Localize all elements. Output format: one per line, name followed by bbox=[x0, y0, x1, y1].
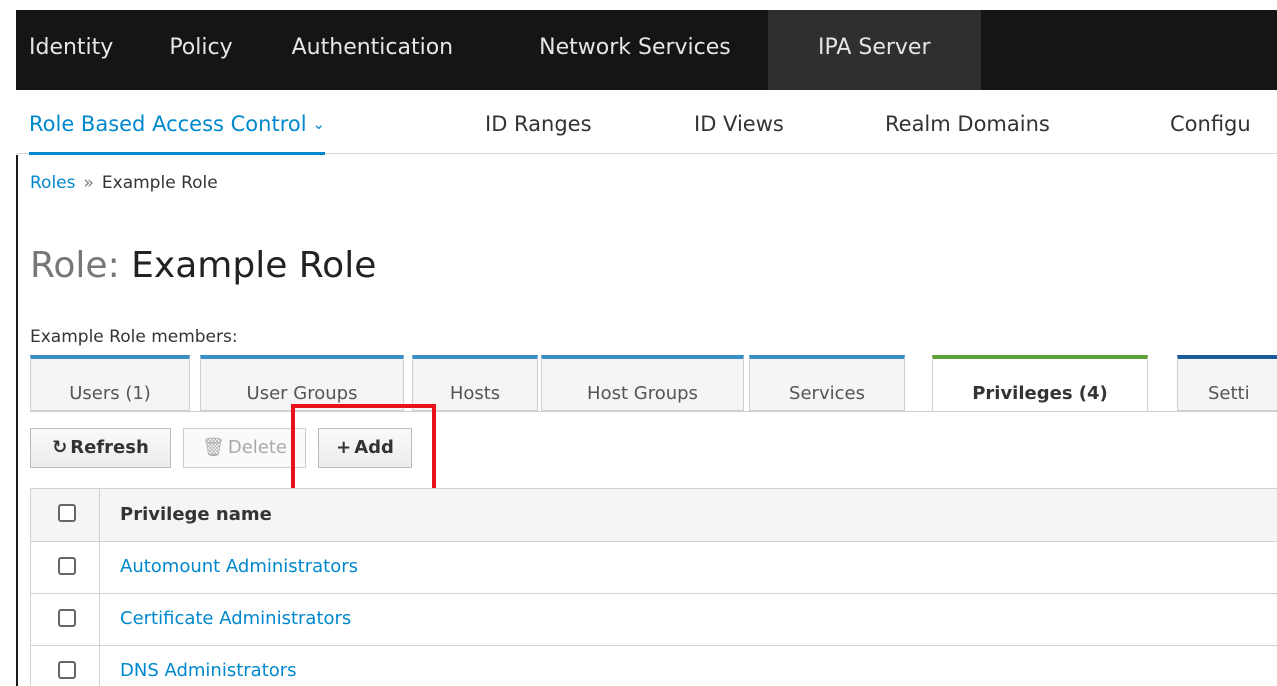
tab-user-groups[interactable]: User Groups bbox=[200, 355, 404, 411]
row-checkbox[interactable] bbox=[58, 661, 76, 679]
subnav-id-ranges[interactable]: ID Ranges bbox=[485, 90, 592, 154]
column-header-privilege-name[interactable]: Privilege name bbox=[120, 489, 272, 541]
top-navigation: Identity Policy Authentication Network S… bbox=[16, 10, 1277, 90]
members-label: Example Role members: bbox=[30, 327, 238, 347]
topnav-network-services[interactable]: Network Services bbox=[472, 10, 750, 90]
subnav-rbac-label: Role Based Access Control bbox=[29, 112, 307, 136]
tab-settings[interactable]: Setti bbox=[1177, 355, 1277, 411]
subnav-realm-domains[interactable]: Realm Domains bbox=[885, 90, 1050, 154]
topnav-policy[interactable]: Policy bbox=[128, 10, 251, 90]
header-checkbox-cell bbox=[30, 489, 100, 541]
refresh-icon: ↻ bbox=[52, 437, 68, 458]
row-checkbox[interactable] bbox=[58, 557, 76, 575]
delete-label: Delete bbox=[227, 437, 287, 458]
breadcrumb-separator: » bbox=[83, 173, 94, 193]
privileges-table: Privilege name Automount Administrators … bbox=[30, 488, 1277, 686]
secondary-navigation: Role Based Access Control ⌄ ID Ranges ID … bbox=[16, 90, 1277, 155]
breadcrumb: Roles » Example Role bbox=[30, 173, 218, 193]
select-all-checkbox[interactable] bbox=[58, 504, 76, 522]
topnav-identity[interactable]: Identity bbox=[16, 10, 128, 90]
refresh-button[interactable]: ↻ Refresh bbox=[30, 428, 171, 468]
table-row: Automount Administrators bbox=[30, 542, 1277, 594]
page-title-prefix: Role: bbox=[30, 245, 120, 286]
add-button[interactable]: + Add bbox=[318, 428, 412, 468]
tab-users[interactable]: Users (1) bbox=[30, 355, 190, 411]
tab-underline bbox=[30, 411, 1277, 412]
subnav-configuration[interactable]: Configu bbox=[1170, 90, 1251, 154]
row-checkbox-cell bbox=[30, 646, 100, 686]
breadcrumb-roles-link[interactable]: Roles bbox=[30, 173, 76, 193]
tab-host-groups[interactable]: Host Groups bbox=[541, 355, 744, 411]
refresh-label: Refresh bbox=[70, 437, 149, 458]
page: Identity Policy Authentication Network S… bbox=[0, 0, 1277, 686]
privilege-link[interactable]: DNS Administrators bbox=[120, 646, 297, 686]
main-content: Roles » Example Role Role: Example Role Ex… bbox=[16, 155, 1277, 686]
topnav-authentication[interactable]: Authentication bbox=[252, 10, 473, 90]
table-row: Certificate Administrators bbox=[30, 594, 1277, 646]
table-header-row: Privilege name bbox=[30, 489, 1277, 542]
row-checkbox-cell bbox=[30, 594, 100, 645]
breadcrumb-current: Example Role bbox=[101, 173, 218, 193]
topnav-ipa-server[interactable]: IPA Server bbox=[767, 10, 981, 90]
subnav-id-views[interactable]: ID Views bbox=[694, 90, 784, 154]
plus-icon: + bbox=[336, 437, 352, 458]
page-title-name: Example Role bbox=[131, 245, 377, 286]
tab-privileges[interactable]: Privileges (4) bbox=[932, 355, 1148, 412]
tab-hosts[interactable]: Hosts bbox=[412, 355, 538, 411]
row-checkbox[interactable] bbox=[58, 609, 76, 627]
privilege-link[interactable]: Certificate Administrators bbox=[120, 594, 351, 644]
table-row: DNS Administrators bbox=[30, 646, 1277, 686]
tab-services[interactable]: Services bbox=[749, 355, 905, 411]
delete-button[interactable]: 🗑 Delete bbox=[183, 428, 306, 468]
page-title: Role: Example Role bbox=[30, 245, 376, 286]
chevron-down-icon: ⌄ bbox=[312, 115, 326, 133]
trash-icon: 🗑 bbox=[201, 437, 225, 458]
add-label: Add bbox=[354, 437, 394, 458]
row-checkbox-cell bbox=[30, 542, 100, 593]
privilege-link[interactable]: Automount Administrators bbox=[120, 542, 358, 592]
subnav-role-based-access-control[interactable]: Role Based Access Control ⌄ bbox=[29, 90, 326, 155]
